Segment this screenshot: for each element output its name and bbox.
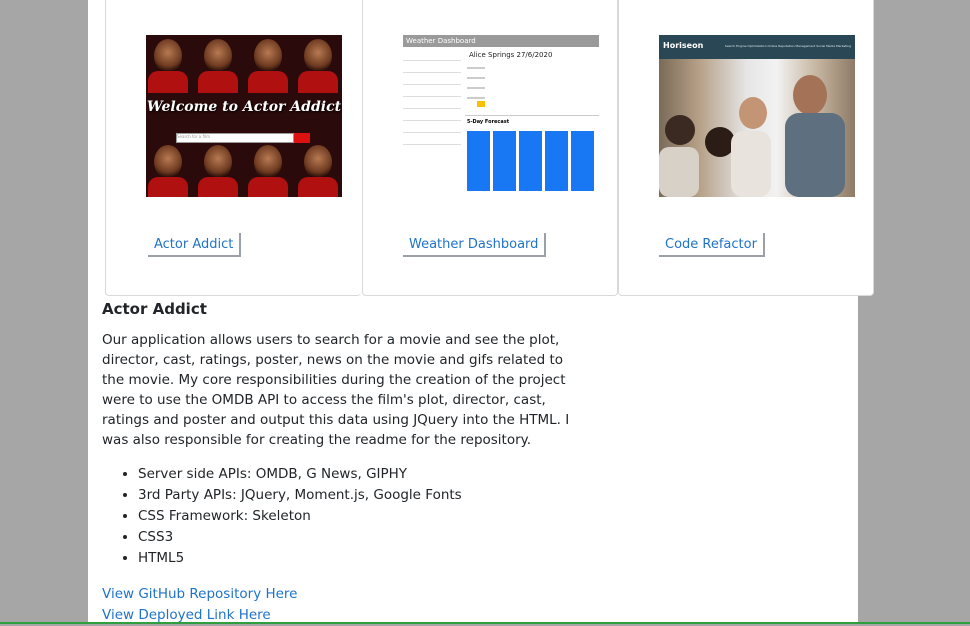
horiseon-header: Horiseon Search Engine Optimization Onli… [659,35,855,59]
github-repo-link[interactable]: View GitHub Repository Here [102,584,582,605]
horiseon-logo: Horiseon [663,41,704,50]
weather-thumb-city: Alice Springs 27/6/2020 [469,51,553,59]
actor-addict-thumb-search-button [294,133,310,143]
project-description: Our application allows users to search f… [102,332,570,448]
tech-list-item: CSS Framework: Skeleton [138,506,582,527]
code-refactor-image: Horiseon Search Engine Optimization Onli… [659,35,855,197]
weather-thumb-forecast-title: 5-Day Forecast [467,119,510,125]
weather-dashboard-button[interactable]: Weather Dashboard [403,233,547,257]
tech-list-item: Server side APIs: OMDB, G News, GIPHY [138,464,582,485]
actor-addict-thumb-search: Search for a film [176,133,294,143]
actor-addict-image: Welcome to Actor Addict Search for a fil… [146,35,342,197]
project-card-actor-addict: Welcome to Actor Addict Search for a fil… [105,0,361,296]
tech-list: Server side APIs: OMDB, G News, GIPHY 3r… [102,464,582,569]
tech-list-item: HTML5 [138,548,582,569]
project-links: View GitHub Repository Here View Deploye… [102,584,582,626]
tech-list-item: 3rd Party APIs: JQuery, Moment.js, Googl… [138,485,582,506]
weather-dashboard-image: Weather Dashboard Alice Springs 27/6/202… [403,35,599,197]
weather-thumb-header: Weather Dashboard [403,35,599,47]
tech-list-item: CSS3 [138,527,582,548]
weather-dashboard-thumbnail[interactable]: Weather Dashboard Alice Springs 27/6/202… [403,35,599,197]
code-refactor-thumbnail[interactable]: Horiseon Search Engine Optimization Onli… [659,35,855,197]
project-detail: Actor Addict Our application allows user… [102,300,582,626]
page-container: Welcome to Actor Addict Search for a fil… [88,0,874,626]
project-title: Actor Addict [102,300,207,318]
weather-thumb-sidebar [403,49,461,149]
actor-addict-thumb-title: Welcome to Actor Addict [146,99,342,115]
project-card-weather-dashboard: Weather Dashboard Alice Springs 27/6/202… [362,0,618,296]
uv-index-badge [477,101,485,107]
horiseon-nav: Search Engine Optimization Online Reputa… [724,44,851,48]
actor-addict-button[interactable]: Actor Addict [148,233,242,257]
project-card-code-refactor: Horiseon Search Engine Optimization Onli… [618,0,874,296]
code-refactor-button[interactable]: Code Refactor [659,233,765,257]
actor-addict-thumbnail[interactable]: Welcome to Actor Addict Search for a fil… [146,35,342,197]
